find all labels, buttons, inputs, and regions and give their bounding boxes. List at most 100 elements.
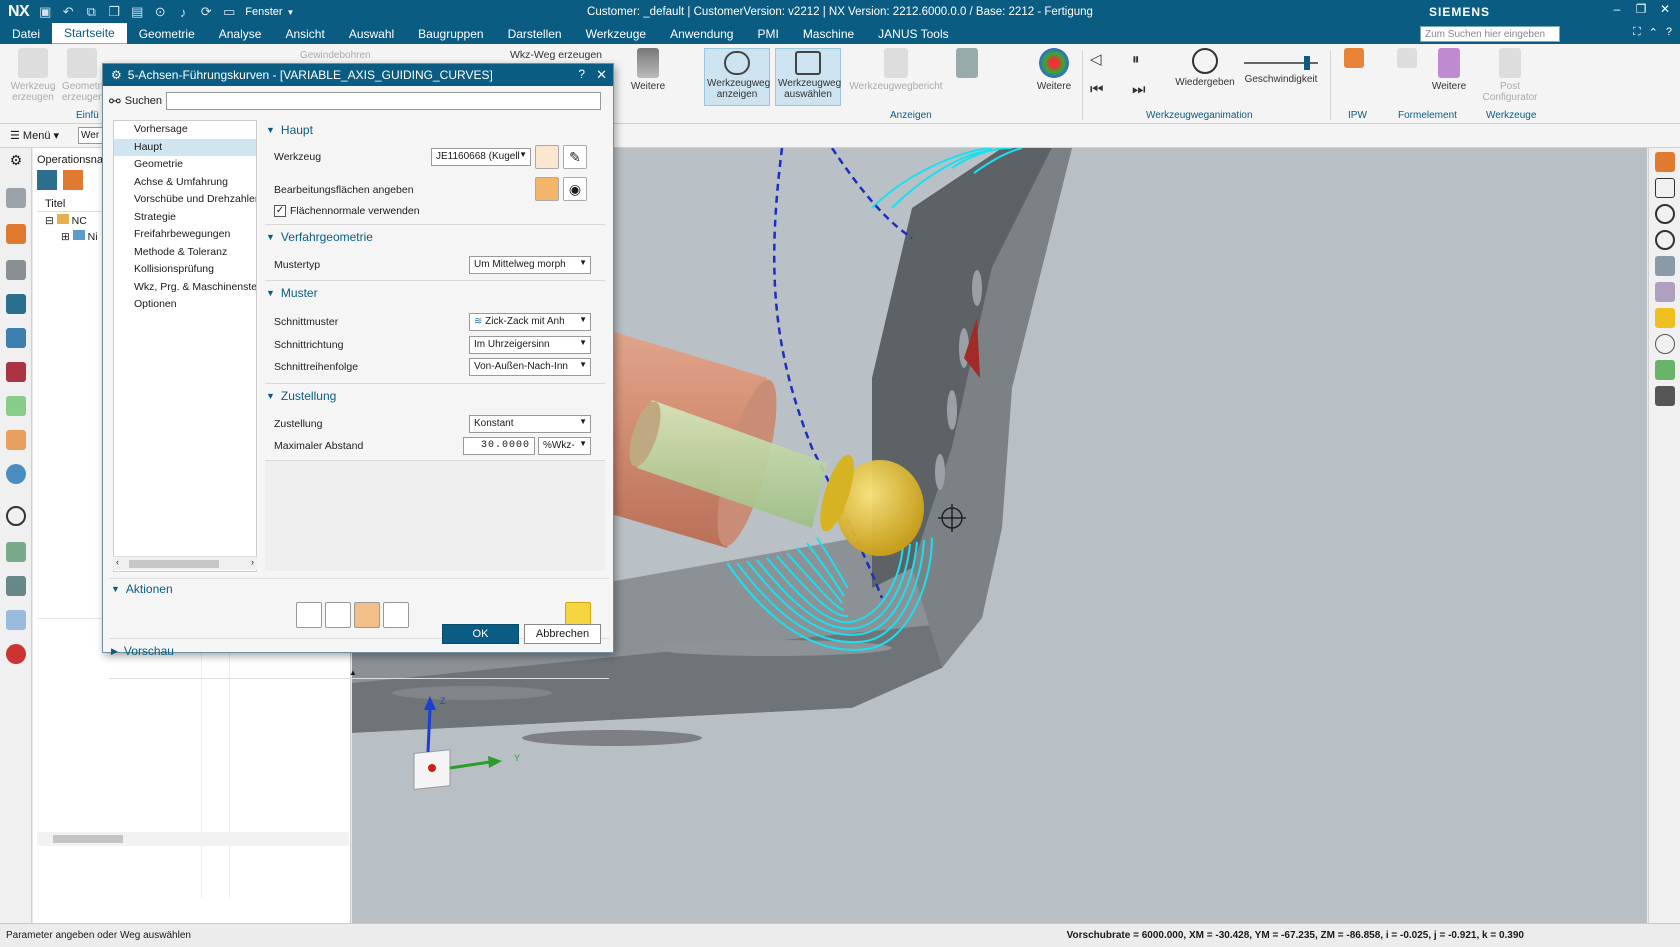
werkzeugweg-anzeigen-button[interactable]: Werkzeugweg anzeigen	[704, 48, 770, 106]
roles-icon[interactable]	[6, 396, 26, 416]
menu-ansicht[interactable]: Ansicht	[273, 24, 336, 44]
verify-button[interactable]	[952, 48, 982, 81]
scrollbar-thumb[interactable]	[129, 560, 219, 568]
axis-icon[interactable]	[1655, 360, 1675, 380]
sync-icon[interactable]: ⟳	[198, 4, 214, 20]
hide-icon[interactable]	[1655, 334, 1675, 354]
command-search-input[interactable]: Zum Suchen hier eingeben	[1420, 26, 1560, 42]
ipw-show-icon[interactable]	[1655, 152, 1675, 172]
pause-icon[interactable]	[1655, 230, 1675, 250]
operation-nav-icon[interactable]	[6, 294, 26, 314]
dialog-search-input[interactable]	[166, 92, 602, 110]
skip-back-icon[interactable]: ⏮	[1090, 82, 1104, 97]
wiedergeben-button[interactable]: Wiedergeben	[1170, 48, 1240, 88]
flaechennormale-checkbox[interactable]: ✓	[274, 205, 286, 217]
assembly-nav-icon[interactable]	[6, 188, 26, 208]
ok-button[interactable]: OK	[442, 624, 519, 644]
show-faces-eye-icon[interactable]: ◉	[563, 177, 587, 201]
section-vorschau[interactable]: ▶ Vorschau	[111, 644, 174, 658]
janus-icon[interactable]	[6, 644, 26, 664]
verify-button[interactable]	[354, 602, 380, 628]
menu-button[interactable]: ☰ Menü ▾	[10, 129, 59, 142]
restore-icon[interactable]: ❐	[1632, 2, 1650, 16]
sim-icon[interactable]	[6, 610, 26, 630]
undo-icon[interactable]: ↶	[60, 4, 76, 20]
history-icon[interactable]	[6, 506, 26, 526]
max-abstand-input[interactable]: 30.0000	[463, 437, 535, 455]
reuse-library-icon[interactable]	[6, 430, 26, 450]
tree-item-strategie[interactable]: Strategie	[114, 209, 256, 227]
fenster-menu[interactable]: Fenster	[245, 6, 282, 18]
menu-geometrie[interactable]: Geometrie	[127, 24, 207, 44]
help-icon[interactable]: ?	[1666, 26, 1672, 39]
tree-row-nc[interactable]: ⊟ NC	[45, 214, 87, 227]
generate-button[interactable]	[296, 602, 322, 628]
dialog-title-bar[interactable]: ⚙ 5-Achsen-Führungskurven - [VARIABLE_AX…	[103, 64, 613, 86]
close-icon[interactable]: ✕	[1656, 2, 1674, 16]
navigator-scrollbar[interactable]	[37, 832, 349, 846]
dialog-close-icon[interactable]: ✕	[596, 67, 607, 83]
tree-item-achse[interactable]: Achse & Umfahrung	[114, 174, 256, 192]
step-back-icon[interactable]: ◁	[1090, 52, 1102, 67]
weitere-button-1[interactable]: Weitere	[628, 48, 668, 92]
chevron-down-icon[interactable]: ▼	[287, 8, 295, 17]
schnittmuster-dropdown[interactable]: ≋ Zick-Zack mit Anh ▼	[469, 313, 591, 331]
tree-item-freifahrbewegungen[interactable]: Freifahrbewegungen	[114, 226, 256, 244]
copy-icon[interactable]: ❐	[106, 4, 122, 20]
tree-item-geometrie[interactable]: Geometrie	[114, 156, 256, 174]
max-abstand-unit-dropdown[interactable]: %Wkz- ▼	[538, 437, 591, 455]
redo-icon[interactable]: ⧉	[83, 4, 99, 20]
play-icon[interactable]: ⊙	[152, 4, 168, 20]
zustellung-dropdown[interactable]: Konstant ▼	[469, 415, 591, 433]
constraint-nav-icon[interactable]	[6, 260, 26, 280]
scroll-left-icon[interactable]: ‹	[116, 557, 119, 567]
replay-button[interactable]	[325, 602, 351, 628]
tree-item-vorschuebe[interactable]: Vorschübe und Drehzahlen	[114, 191, 256, 209]
werkzeug-erzeugen-button[interactable]: Werkzeug erzeugen	[8, 48, 58, 103]
werkzeugweg-auswaehlen-button[interactable]: Werkzeugweg auswählen	[775, 48, 841, 106]
toolpath-show-icon[interactable]	[1655, 256, 1675, 276]
section-muster[interactable]: ▼ Muster	[266, 286, 318, 300]
collapse-ribbon-icon[interactable]: ⌃	[1649, 26, 1658, 39]
menu-pmi[interactable]: PMI	[745, 24, 790, 44]
menu-janus-tools[interactable]: JANUS Tools	[866, 24, 960, 44]
web-browser-icon[interactable]	[6, 464, 26, 484]
highlight-icon[interactable]	[1655, 308, 1675, 328]
geschwindigkeit-slider[interactable]: Geschwindigkeit	[1240, 56, 1322, 85]
tools-icon[interactable]	[6, 542, 26, 562]
mustertyp-dropdown[interactable]: Um Mittelweg morph ▼	[469, 256, 591, 274]
ipw-button[interactable]	[1340, 48, 1368, 71]
menu-anwendung[interactable]: Anwendung	[658, 24, 745, 44]
settings-icon[interactable]: ⚙	[6, 152, 26, 172]
machine-tool-nav-icon[interactable]	[6, 328, 26, 348]
section-verfahrgeometrie[interactable]: ▼ Verfahrgeometrie	[266, 230, 373, 244]
program-view-icon[interactable]	[37, 170, 57, 190]
wkz-weg-erzeugen-button[interactable]: Wkz-Weg erzeugen	[510, 50, 602, 61]
part-nav-icon[interactable]	[6, 224, 26, 244]
edit-tool-button[interactable]: ✎	[563, 145, 587, 169]
replay-icon[interactable]	[1655, 178, 1675, 198]
tree-item-wkz-prg[interactable]: Wkz, Prg. & Maschinenste	[114, 279, 256, 297]
section-zustellung[interactable]: ▼ Zustellung	[266, 389, 336, 403]
werkzeug-dropdown[interactable]: JE1160668 (Kugell ▼	[431, 148, 531, 166]
slider-thumb[interactable]	[1304, 56, 1310, 70]
section-aktionen[interactable]: ▼ Aktionen	[111, 582, 173, 596]
menu-datei[interactable]: Datei	[0, 24, 52, 44]
scroll-right-icon[interactable]: ›	[251, 557, 254, 567]
werkzeugwegbericht-button[interactable]: Werkzeugwegbericht	[848, 48, 944, 92]
menu-maschine[interactable]: Maschine	[791, 24, 866, 44]
formelement-button[interactable]	[1392, 48, 1422, 71]
tree-row-ni[interactable]: ⊞ Ni	[61, 230, 98, 243]
menu-startseite[interactable]: Startseite	[52, 23, 127, 45]
menu-analyse[interactable]: Analyse	[207, 24, 274, 44]
gewindebohren-button[interactable]: Gewindebohren	[300, 50, 371, 61]
new-tool-button[interactable]	[535, 145, 559, 169]
menu-baugruppen[interactable]: Baugruppen	[406, 24, 495, 44]
fullscreen-icon[interactable]: ⛶	[1633, 26, 1641, 39]
skip-forward-icon[interactable]: ⏭	[1132, 82, 1146, 97]
menu-werkzeuge[interactable]: Werkzeuge	[574, 24, 658, 44]
schnittrichtung-dropdown[interactable]: Im Uhrzeigersinn ▼	[469, 336, 591, 354]
pause-icon[interactable]: ⏸	[1132, 52, 1140, 67]
section-haupt[interactable]: ▼ Haupt	[266, 123, 313, 137]
weitere-button-3[interactable]: Weitere	[1426, 48, 1472, 92]
